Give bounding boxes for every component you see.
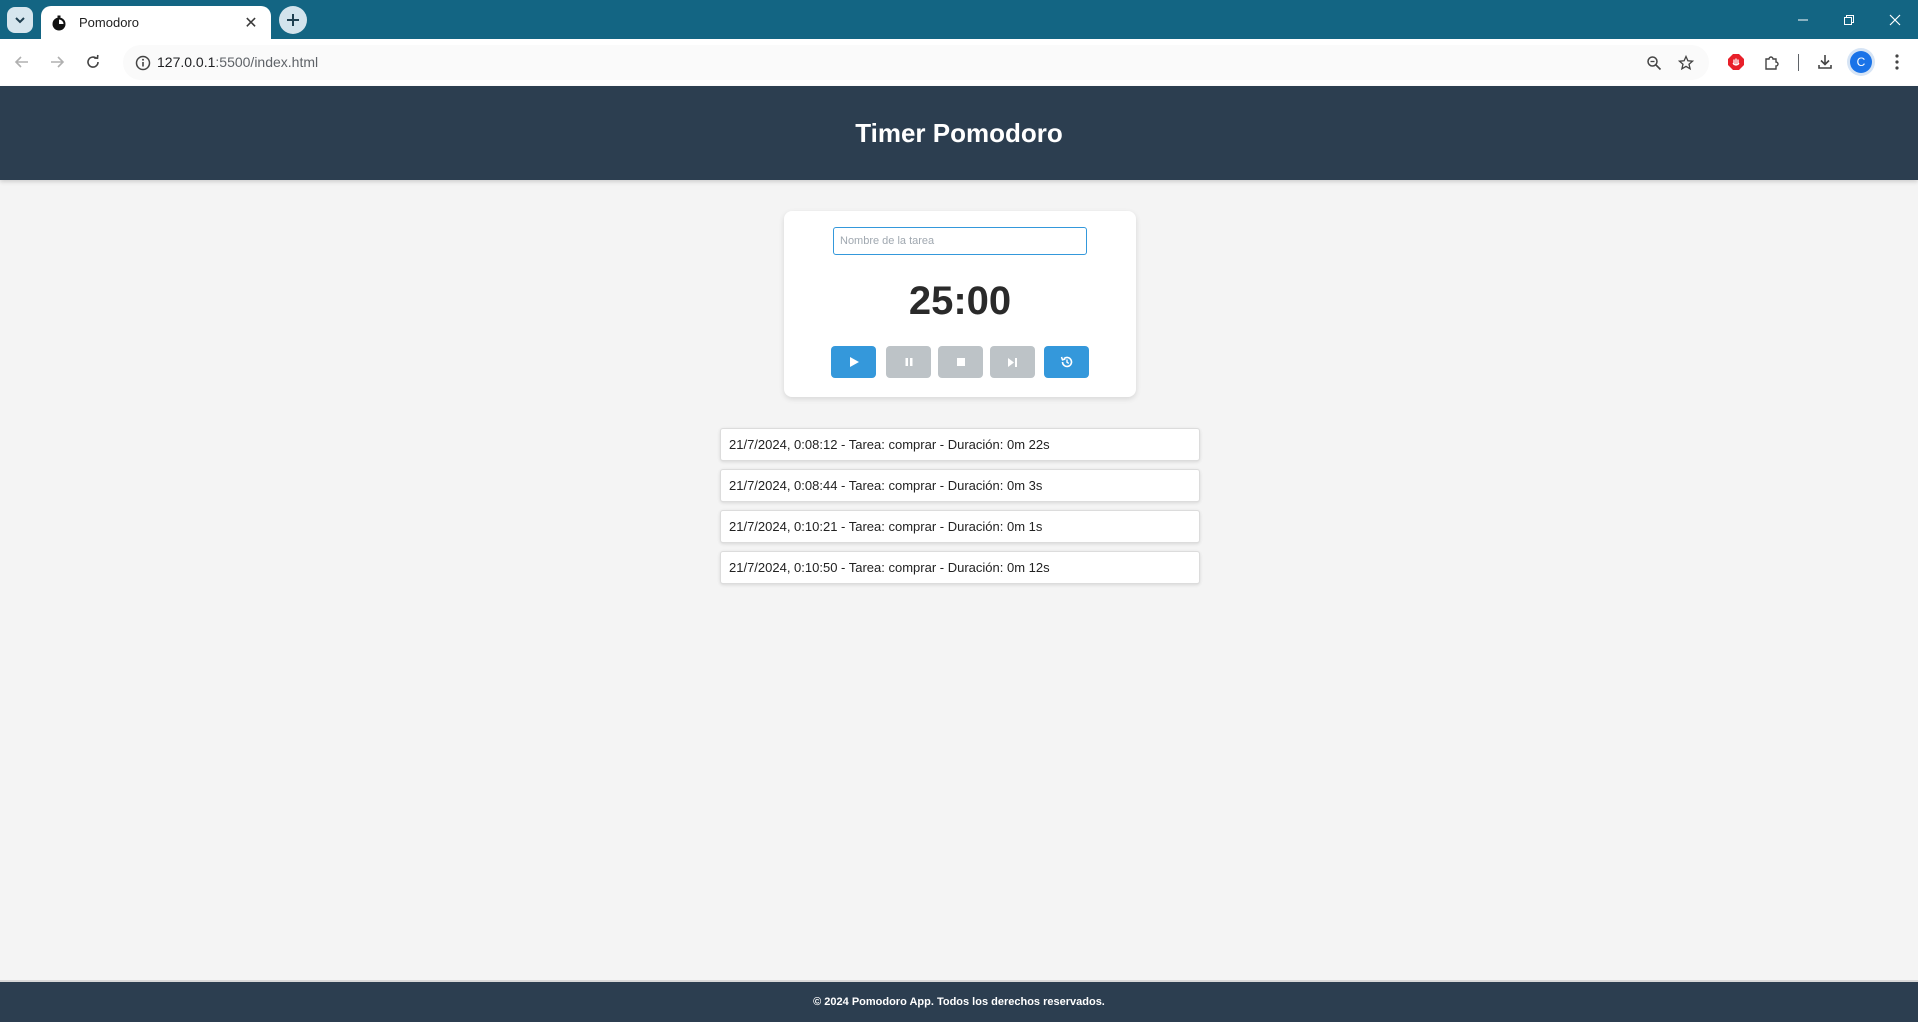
bookmark-button[interactable] xyxy=(1675,52,1697,74)
tab-title: Pomodoro xyxy=(79,15,139,30)
url-host: 127.0.0.1 xyxy=(157,54,216,70)
forward-button[interactable] xyxy=(44,49,70,75)
close-window-button[interactable] xyxy=(1872,0,1918,39)
zoom-button[interactable] xyxy=(1643,52,1665,74)
more-vertical-icon xyxy=(1895,54,1899,70)
site-info-button[interactable] xyxy=(131,51,155,75)
star-icon xyxy=(1678,55,1694,71)
toolbar-separator xyxy=(1798,54,1799,71)
arrow-right-icon xyxy=(51,56,65,68)
restore-icon xyxy=(1844,14,1854,25)
pause-icon xyxy=(905,358,912,366)
back-button[interactable] xyxy=(9,49,35,75)
stop-icon xyxy=(956,358,965,366)
puzzle-icon xyxy=(1765,56,1779,70)
reset-button[interactable] xyxy=(1044,346,1089,378)
address-bar[interactable]: 127.0.0.1:5500/index.html xyxy=(123,45,1709,80)
adblock-icon xyxy=(1728,54,1744,70)
page-header: Timer Pomodoro xyxy=(0,86,1918,180)
new-tab-button[interactable] xyxy=(279,6,307,34)
adblock-extension-button[interactable] xyxy=(1724,50,1748,74)
timer-display: 25:00 xyxy=(908,279,1012,323)
url-text: 127.0.0.1:5500/index.html xyxy=(157,54,318,70)
page-title: Timer Pomodoro xyxy=(855,117,1063,148)
arrow-left-icon xyxy=(14,56,28,68)
url-path: :5500/index.html xyxy=(215,54,319,70)
plus-icon xyxy=(287,14,299,26)
start-button[interactable] xyxy=(831,346,876,378)
play-icon xyxy=(849,357,859,367)
skip-next-icon xyxy=(1008,357,1017,367)
profile-button[interactable]: C xyxy=(1849,50,1873,74)
history-item: 21/7/2024, 0:08:44 - Tarea: comprar - Du… xyxy=(720,469,1200,502)
stop-button[interactable] xyxy=(938,346,983,378)
minimize-icon xyxy=(1798,19,1808,20)
reload-button[interactable] xyxy=(80,49,106,75)
browser-menu-button[interactable] xyxy=(1885,50,1909,74)
page-footer: © 2024 Pomodoro App. Todos los derechos … xyxy=(0,980,1918,1022)
browser-toolbar: 127.0.0.1:5500/index.html C xyxy=(0,39,1918,86)
task-name-input[interactable] xyxy=(833,227,1087,255)
downloads-button[interactable] xyxy=(1813,50,1837,74)
minimize-button[interactable] xyxy=(1780,0,1826,39)
history-item: 21/7/2024, 0:10:50 - Tarea: comprar - Du… xyxy=(720,551,1200,584)
pause-button[interactable] xyxy=(886,346,931,378)
info-icon xyxy=(135,55,151,71)
close-icon xyxy=(1889,14,1901,25)
session-history-list: 21/7/2024, 0:08:12 - Tarea: comprar - Du… xyxy=(720,428,1200,592)
browser-tab[interactable]: Pomodoro ✕ xyxy=(41,6,271,39)
timer-card: 25:00 xyxy=(784,211,1136,397)
history-item: 21/7/2024, 0:08:12 - Tarea: comprar - Du… xyxy=(720,428,1200,461)
restore-button[interactable] xyxy=(1826,0,1872,39)
stopwatch-favicon-icon xyxy=(52,15,66,30)
window-controls xyxy=(1780,0,1918,39)
history-item: 21/7/2024, 0:10:21 - Tarea: comprar - Du… xyxy=(720,510,1200,543)
reload-icon xyxy=(87,54,99,68)
history-icon xyxy=(1060,356,1072,368)
tab-close-icon[interactable]: ✕ xyxy=(241,13,261,33)
skip-button[interactable] xyxy=(990,346,1035,378)
browser-tab-bar: Pomodoro ✕ xyxy=(0,0,1918,39)
tab-search-button[interactable] xyxy=(7,7,33,33)
avatar: C xyxy=(1850,51,1872,73)
footer-copyright: © 2024 Pomodoro App. Todos los derechos … xyxy=(813,996,1105,1008)
zoom-icon xyxy=(1647,56,1662,71)
download-icon xyxy=(1818,55,1832,69)
extensions-button[interactable] xyxy=(1760,50,1784,74)
chevron-down-icon xyxy=(15,17,25,24)
